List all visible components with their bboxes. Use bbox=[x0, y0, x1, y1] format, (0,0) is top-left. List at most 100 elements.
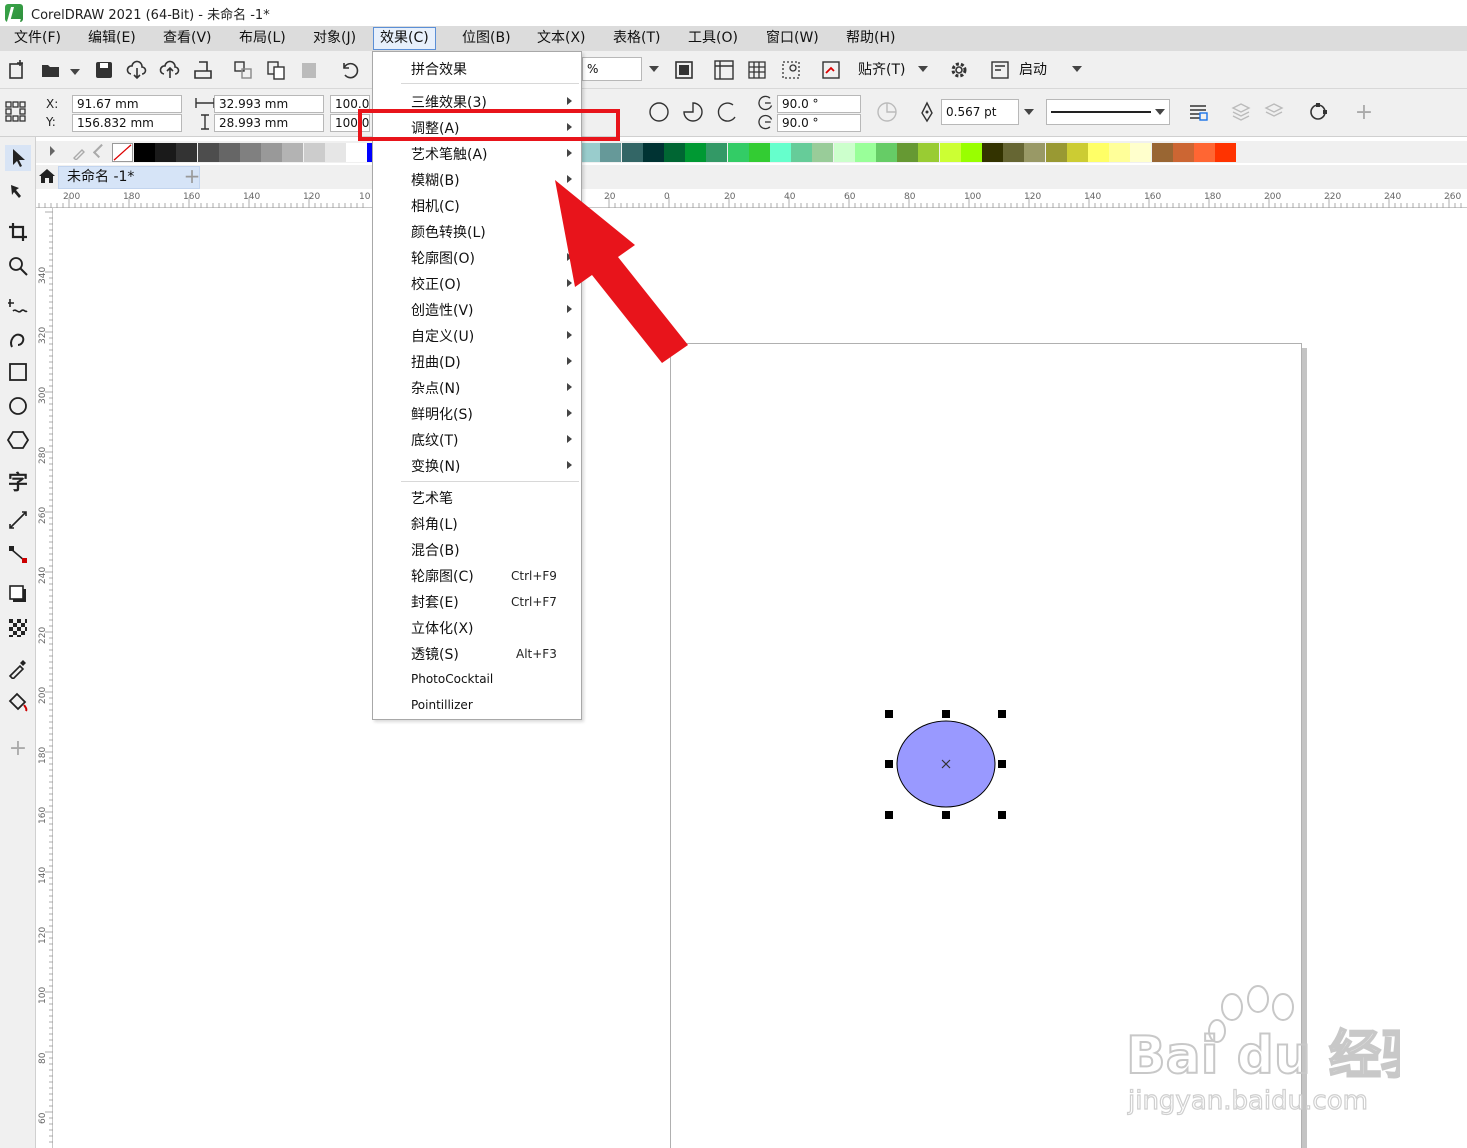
line-style-dropdown-icon[interactable] bbox=[1155, 109, 1165, 115]
horizontal-ruler[interactable]: 200 180 160 140 120 10 20 0 20 40 60 80 100 120 140 160… bbox=[36, 189, 1467, 208]
handle-bottom-right[interactable] bbox=[998, 811, 1006, 819]
menu-item-texture[interactable]: 底纹(T) bbox=[411, 430, 458, 450]
zoom-dropdown-icon[interactable] bbox=[649, 66, 659, 72]
pie-mode-icon[interactable] bbox=[682, 101, 704, 123]
color-swatch[interactable] bbox=[770, 143, 791, 162]
color-swatch[interactable] bbox=[1130, 143, 1152, 162]
undo-icon[interactable] bbox=[339, 59, 361, 81]
color-swatch[interactable] bbox=[791, 143, 813, 162]
end-angle-field[interactable]: 90.0 ° bbox=[777, 114, 861, 132]
x-position-field[interactable]: 91.67 mm bbox=[72, 95, 182, 113]
no-color-swatch[interactable] bbox=[112, 143, 133, 162]
selected-ellipse[interactable] bbox=[880, 706, 1012, 824]
wrap-text-icon[interactable] bbox=[1187, 101, 1209, 123]
zoom-tool-icon[interactable] bbox=[5, 253, 31, 279]
color-swatch[interactable] bbox=[579, 143, 601, 162]
color-swatch[interactable] bbox=[727, 143, 749, 162]
color-swatch[interactable] bbox=[134, 143, 155, 162]
drop-shadow-tool-icon[interactable] bbox=[5, 581, 31, 607]
add-icon[interactable]: + bbox=[1353, 100, 1375, 125]
show-guidelines-icon[interactable] bbox=[780, 59, 802, 81]
menu-item-correction[interactable]: 校正(O) bbox=[411, 274, 461, 294]
to-front-icon[interactable] bbox=[1230, 101, 1252, 123]
color-swatch[interactable] bbox=[812, 143, 834, 162]
direction-icon[interactable] bbox=[876, 101, 898, 123]
menu-item-envelope[interactable]: 封套(E) bbox=[411, 592, 459, 612]
new-document-icon[interactable] bbox=[6, 59, 28, 81]
interactive-fill-tool-icon[interactable] bbox=[5, 689, 31, 715]
snap-off-icon[interactable] bbox=[820, 59, 842, 81]
y-position-field[interactable]: 156.832 mm bbox=[72, 114, 182, 132]
polygon-tool-icon[interactable] bbox=[5, 427, 31, 453]
color-swatch[interactable] bbox=[642, 143, 664, 162]
pick-tool-icon[interactable] bbox=[5, 145, 31, 171]
color-swatch[interactable] bbox=[197, 143, 219, 162]
start-angle-field[interactable]: 90.0 ° bbox=[777, 95, 861, 113]
color-swatch[interactable] bbox=[324, 143, 346, 162]
add-tool-icon[interactable]: + bbox=[5, 735, 31, 761]
print-icon[interactable] bbox=[192, 59, 214, 81]
color-swatch[interactable] bbox=[1088, 143, 1109, 162]
zoom-level-field[interactable]: % bbox=[582, 57, 642, 81]
menu-table[interactable]: 表格(T) bbox=[607, 27, 666, 50]
launch-label[interactable]: 启动 bbox=[1019, 59, 1047, 79]
color-swatch[interactable] bbox=[706, 143, 728, 162]
menu-item-transform[interactable]: 变换(N) bbox=[411, 456, 460, 476]
crop-tool-icon[interactable] bbox=[5, 219, 31, 245]
open-folder-icon[interactable] bbox=[40, 59, 62, 81]
menu-item-contour[interactable]: 轮廓图(C) bbox=[411, 566, 474, 586]
paste-icon[interactable] bbox=[298, 59, 320, 81]
height-field[interactable]: 28.993 mm bbox=[214, 114, 324, 132]
color-swatch[interactable] bbox=[346, 143, 367, 162]
color-swatch[interactable] bbox=[1109, 143, 1131, 162]
menu-edit[interactable]: 编辑(E) bbox=[82, 27, 142, 50]
menu-layout[interactable]: 布局(L) bbox=[233, 27, 292, 50]
color-swatch[interactable] bbox=[1172, 143, 1194, 162]
color-swatch[interactable] bbox=[748, 143, 770, 162]
color-swatch[interactable] bbox=[1003, 143, 1025, 162]
line-style-selector[interactable] bbox=[1046, 99, 1170, 125]
full-screen-icon[interactable] bbox=[673, 59, 695, 81]
color-swatch[interactable] bbox=[960, 143, 982, 162]
settings-gear-icon[interactable] bbox=[948, 59, 970, 81]
tab-document[interactable]: 未命名 -1* bbox=[58, 166, 200, 189]
copy-icon[interactable] bbox=[265, 59, 287, 81]
menu-item-pointillizer[interactable]: Pointillizer bbox=[411, 698, 473, 712]
connector-tool-icon[interactable] bbox=[5, 541, 31, 567]
color-swatch[interactable] bbox=[176, 143, 198, 162]
save-icon[interactable] bbox=[93, 59, 115, 81]
show-grid-icon[interactable] bbox=[746, 59, 768, 81]
menu-help[interactable]: 帮助(H) bbox=[840, 27, 901, 50]
color-swatch[interactable] bbox=[1066, 143, 1088, 162]
cut-icon[interactable] bbox=[232, 59, 254, 81]
palette-eyedropper-icon[interactable] bbox=[72, 144, 88, 161]
menu-item-blend[interactable]: 混合(B) bbox=[411, 540, 460, 560]
menu-effects[interactable]: 效果(C) bbox=[373, 27, 436, 50]
launch-icon[interactable] bbox=[989, 59, 1011, 81]
palette-scroll-left-icon[interactable] bbox=[92, 143, 108, 159]
color-swatch[interactable] bbox=[685, 143, 707, 162]
color-swatch[interactable] bbox=[261, 143, 283, 162]
handle-top-center[interactable] bbox=[942, 710, 950, 718]
menu-item-distort[interactable]: 扭曲(D) bbox=[411, 352, 461, 372]
menu-item-photococktail[interactable]: PhotoCocktail bbox=[411, 672, 493, 686]
to-back-icon[interactable] bbox=[1263, 101, 1285, 123]
color-swatch[interactable] bbox=[1024, 143, 1046, 162]
color-swatch[interactable] bbox=[1215, 143, 1237, 162]
color-swatch[interactable] bbox=[939, 143, 961, 162]
snap-dropdown-icon[interactable] bbox=[918, 66, 928, 72]
menu-text[interactable]: 文本(X) bbox=[531, 27, 592, 50]
menu-bitmap[interactable]: 位图(B) bbox=[456, 27, 517, 50]
show-rulers-icon[interactable] bbox=[713, 59, 735, 81]
color-swatch[interactable] bbox=[833, 143, 855, 162]
color-swatch[interactable] bbox=[918, 143, 940, 162]
ellipse-mode-icon[interactable] bbox=[648, 101, 670, 123]
menu-item-camera[interactable]: 相机(C) bbox=[411, 196, 460, 216]
menu-item-art-strokes[interactable]: 艺术笔触(A) bbox=[411, 144, 488, 164]
eyedropper-tool-icon[interactable] bbox=[5, 655, 31, 681]
artistic-media-tool-icon[interactable] bbox=[5, 327, 31, 353]
color-swatch[interactable] bbox=[240, 143, 261, 162]
palette-expand-icon[interactable] bbox=[50, 146, 55, 156]
menu-tools[interactable]: 工具(O) bbox=[682, 27, 744, 50]
menu-window[interactable]: 窗口(W) bbox=[760, 27, 825, 50]
